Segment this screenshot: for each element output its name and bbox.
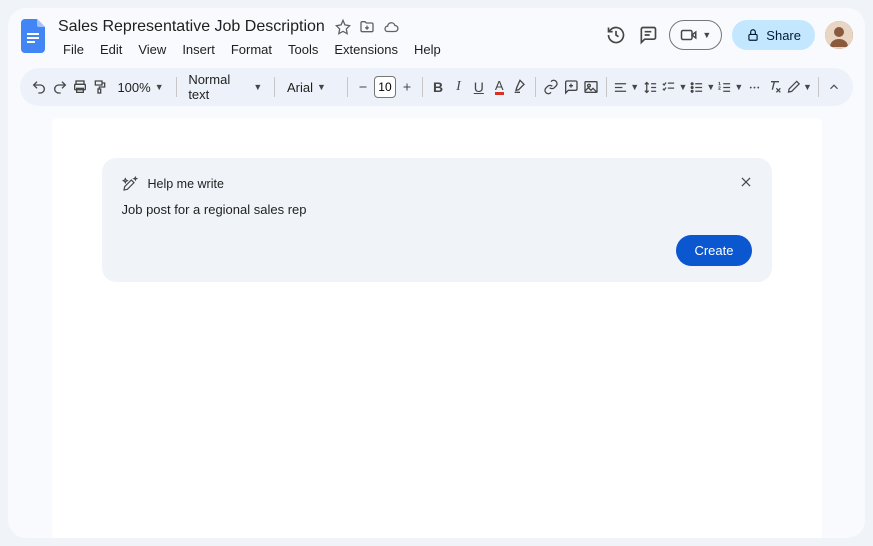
text-color-button[interactable]: A [490,74,508,100]
share-button[interactable]: Share [732,20,815,50]
menu-edit[interactable]: Edit [93,40,129,59]
underline-button[interactable]: U [470,74,488,100]
svg-text:2: 2 [719,85,722,90]
menu-help[interactable]: Help [407,40,448,59]
collapse-toolbar-button[interactable] [825,74,843,100]
paint-format-button[interactable] [91,74,109,100]
comments-icon[interactable] [637,24,659,46]
document-page[interactable]: Help me write Create [52,118,822,538]
move-folder-icon[interactable] [359,19,375,35]
star-icon[interactable] [335,19,351,35]
chevron-down-icon: ▼ [803,82,812,92]
print-button[interactable] [71,74,89,100]
highlight-button[interactable] [510,74,528,100]
chevron-down-icon: ▼ [706,82,715,92]
menu-file[interactable]: File [56,40,91,59]
close-icon[interactable] [736,172,756,192]
add-comment-button[interactable] [562,74,580,100]
chevron-down-icon: ▼ [155,82,164,92]
font-value: Arial [287,80,313,95]
bold-button[interactable]: B [429,74,447,100]
create-button[interactable]: Create [676,235,751,266]
chevron-down-icon: ▼ [317,82,326,92]
italic-button[interactable]: I [449,74,467,100]
toolbar: 100% ▼ Normal text ▼ Arial ▼ 10 B I U A [20,68,853,106]
chevron-down-icon: ▼ [678,82,687,92]
font-size-input[interactable]: 10 [374,76,396,98]
zoom-dropdown[interactable]: 100% ▼ [111,74,169,100]
align-button[interactable]: ▼ [613,74,639,100]
docs-logo[interactable] [20,18,48,54]
cloud-status-icon[interactable] [383,19,399,35]
style-value: Normal text [188,72,249,102]
increase-font-button[interactable] [398,74,416,100]
history-icon[interactable] [605,24,627,46]
line-spacing-button[interactable] [641,74,659,100]
insert-image-button[interactable] [582,74,600,100]
share-label: Share [766,28,801,43]
chevron-down-icon: ▼ [630,82,639,92]
redo-button[interactable] [50,74,68,100]
zoom-value: 100% [117,80,150,95]
chevron-down-icon: ▼ [253,82,262,92]
editing-mode-button[interactable]: ▼ [786,74,812,100]
more-button[interactable] [745,74,763,100]
magic-pen-icon [122,176,138,192]
avatar[interactable] [825,21,853,49]
menu-view[interactable]: View [131,40,173,59]
font-dropdown[interactable]: Arial ▼ [281,74,341,100]
doc-title[interactable]: Sales Representative Job Description [56,18,327,36]
menu-insert[interactable]: Insert [175,40,222,59]
link-button[interactable] [541,74,559,100]
bulleted-list-button[interactable]: ▼ [689,74,715,100]
chevron-down-icon: ▼ [734,82,743,92]
checklist-button[interactable]: ▼ [661,74,687,100]
clear-format-button[interactable] [766,74,784,100]
menu-format[interactable]: Format [224,40,279,59]
menubar: File Edit View Insert Format Tools Exten… [56,38,597,60]
help-me-write-title: Help me write [148,177,224,191]
numbered-list-button[interactable]: 12 ▼ [717,74,743,100]
undo-button[interactable] [30,74,48,100]
chevron-down-icon: ▼ [702,30,711,40]
help-me-write-card: Help me write Create [102,158,772,282]
meet-button[interactable]: ▼ [669,20,722,50]
menu-tools[interactable]: Tools [281,40,325,59]
decrease-font-button[interactable] [354,74,372,100]
style-dropdown[interactable]: Normal text ▼ [182,74,268,100]
help-me-write-input[interactable] [122,200,752,219]
menu-extensions[interactable]: Extensions [327,40,405,59]
